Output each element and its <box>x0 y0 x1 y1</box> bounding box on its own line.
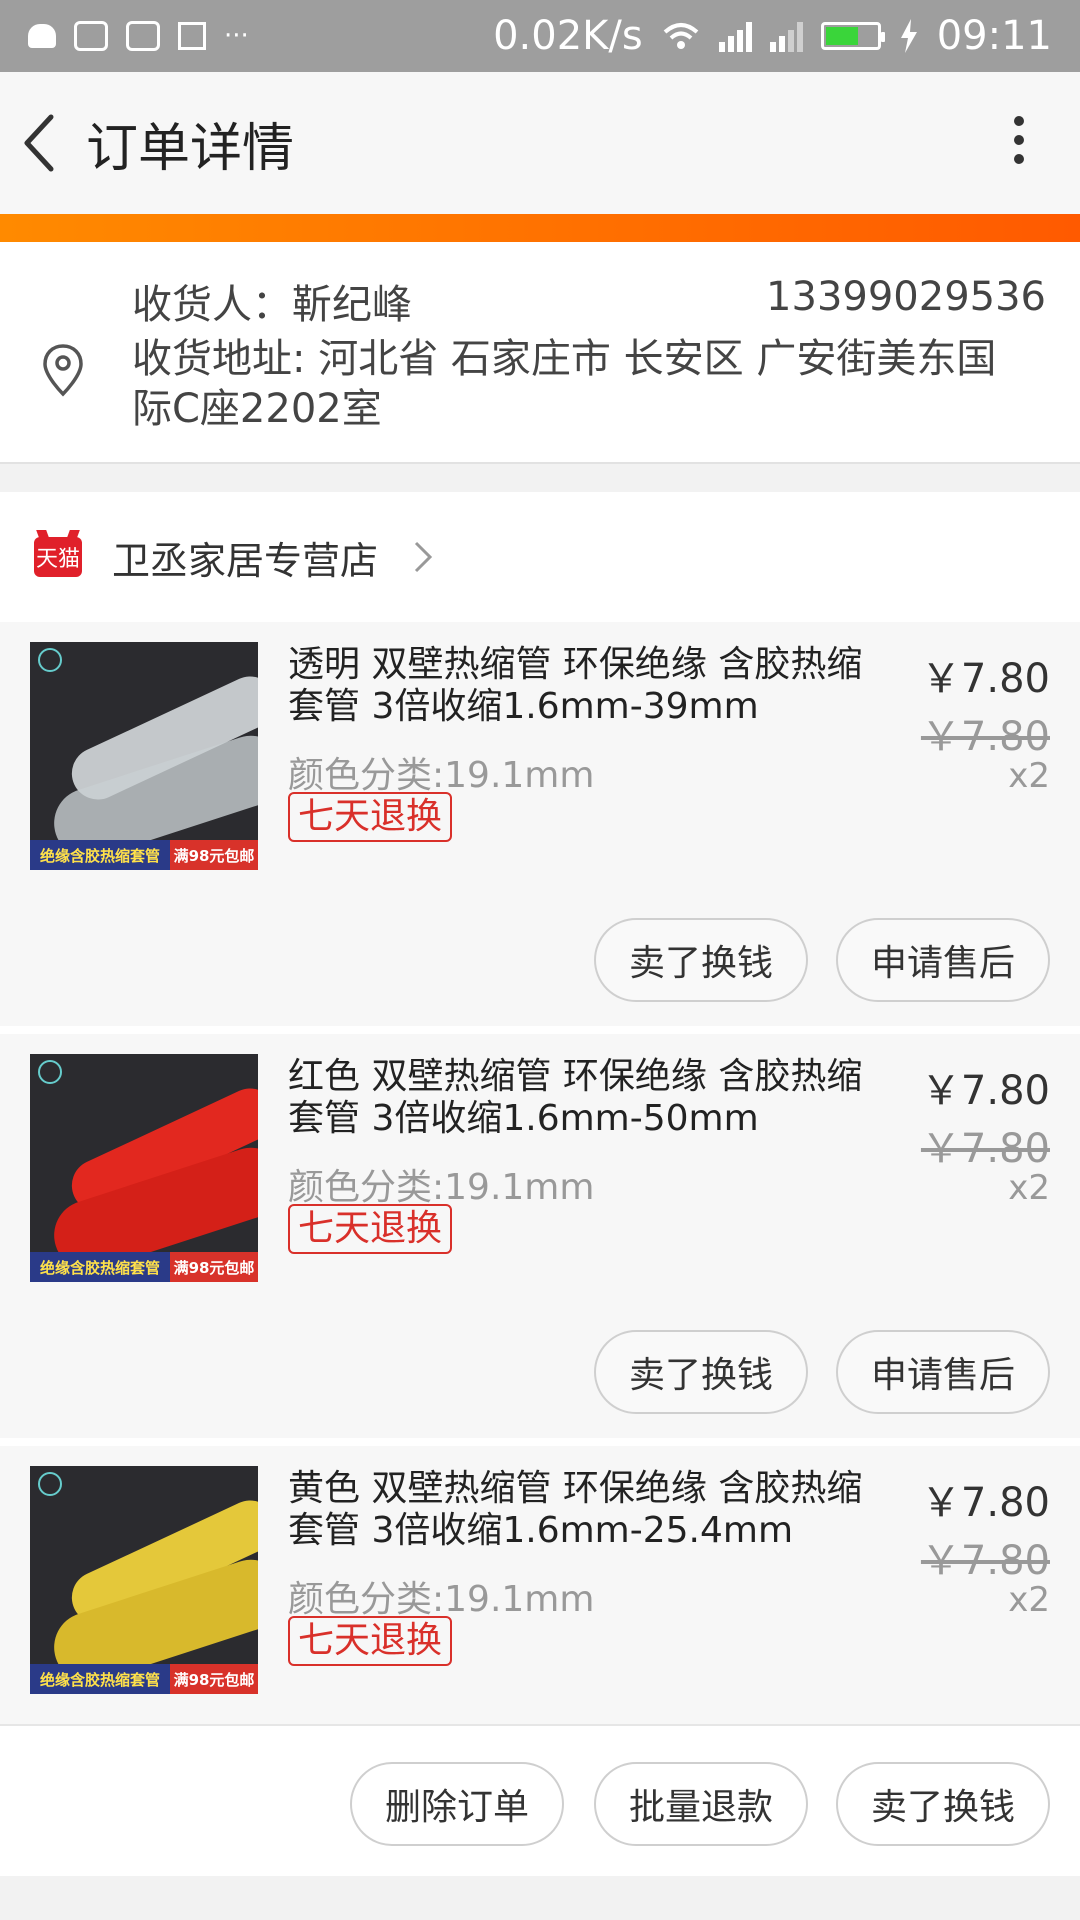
banner-left: 绝缘含胶热缩套管 <box>30 1664 170 1694</box>
brand-logo-icon <box>38 1060 62 1084</box>
product-title[interactable]: 透明 双壁热缩管 环保绝缘 含胶热缩套管 3倍收缩1.6mm-39mm <box>288 644 898 728</box>
receiver-address: 收货地址: 河北省 石家庄市 长安区 广安街美东国际C座2202室 <box>132 336 997 432</box>
return-policy-badge: 七天退换 <box>288 1204 453 1254</box>
more-notifications-icon: ··· <box>224 21 249 51</box>
status-left: ··· <box>28 21 249 51</box>
brand-logo-icon <box>38 1472 62 1496</box>
shipping-address-card[interactable]: 收货人：靳纪峰 13399029536 收货地址: 河北省 石家庄市 长安区 广… <box>0 242 1080 464</box>
original-price: ￥7.80 <box>920 1126 1050 1172</box>
product-price: ￥7.80 <box>920 656 1050 702</box>
sell-item-button[interactable]: 卖了换钱 <box>594 918 808 1002</box>
store-name: 卫丞家居专营店 <box>112 538 379 583</box>
charging-icon <box>900 19 917 53</box>
product-price: ￥7.80 <box>920 1480 1050 1526</box>
product-title[interactable]: 红色 双壁热缩管 环保绝缘 含胶热缩套管 3倍收缩1.6mm-50mm <box>288 1056 898 1140</box>
receiver-name: 收货人：靳纪峰 <box>132 282 412 328</box>
notification-icon <box>126 21 160 51</box>
clock: 09:11 <box>936 13 1052 59</box>
batch-refund-button[interactable]: 批量退款 <box>594 1762 808 1846</box>
banner-right: 满98元包邮 <box>170 1664 258 1694</box>
status-bar: ··· 0.02K/s 09:11 <box>0 0 1080 72</box>
order-item[interactable]: 绝缘含胶热缩套管 满98元包邮 透明 双壁热缩管 环保绝缘 含胶热缩套管 3倍收… <box>0 622 1080 1034</box>
back-arrow-icon <box>24 114 54 172</box>
more-menu-button[interactable] <box>1014 116 1024 164</box>
tmall-logo-icon: 天猫 <box>34 537 82 577</box>
delete-order-button[interactable]: 删除订单 <box>350 1762 564 1846</box>
product-title[interactable]: 黄色 双壁热缩管 环保绝缘 含胶热缩套管 3倍收缩1.6mm-25.4mm <box>288 1468 898 1552</box>
more-dot <box>1014 116 1024 126</box>
original-price: ￥7.80 <box>920 714 1050 760</box>
more-dot <box>1014 154 1024 164</box>
return-policy-badge: 七天退换 <box>288 792 453 842</box>
after-sales-button[interactable]: 申请售后 <box>836 918 1050 1002</box>
return-policy-badge: 七天退换 <box>288 1616 453 1666</box>
product-image[interactable]: 绝缘含胶热缩套管 满98元包邮 <box>30 1054 258 1282</box>
back-button[interactable] <box>12 113 64 173</box>
brand-logo-icon <box>38 648 62 672</box>
title-bar: 订单详情 <box>0 72 1080 214</box>
product-variant: 颜色分类:19.1mm <box>288 1579 595 1620</box>
battery-icon <box>820 22 885 50</box>
product-price: ￥7.80 <box>920 1068 1050 1114</box>
original-price: ￥7.80 <box>920 1538 1050 1584</box>
bottom-action-bar: 删除订单 批量退款 卖了换钱 <box>0 1726 1080 1876</box>
product-quantity: x2 <box>1008 1580 1050 1620</box>
sell-order-button[interactable]: 卖了换钱 <box>836 1762 1050 1846</box>
location-pin-icon <box>43 344 83 397</box>
wifi-icon <box>663 23 699 49</box>
product-image[interactable]: 绝缘含胶热缩套管 满98元包邮 <box>30 642 258 870</box>
banner-left: 绝缘含胶热缩套管 <box>30 1252 170 1282</box>
order-item[interactable]: 绝缘含胶热缩套管 满98元包邮 黄色 双壁热缩管 环保绝缘 含胶热缩套管 3倍收… <box>0 1446 1080 1726</box>
section-gap <box>0 464 1080 492</box>
signal-sim2-icon <box>769 20 803 52</box>
product-variant: 颜色分类:19.1mm <box>288 755 595 796</box>
receiver-phone: 13399029536 <box>766 274 1046 320</box>
product-quantity: x2 <box>1008 756 1050 796</box>
banner-right: 满98元包邮 <box>170 840 258 870</box>
store-header[interactable]: 天猫 卫丞家居专营店 <box>0 492 1080 622</box>
more-dot <box>1014 135 1024 145</box>
order-item[interactable]: 绝缘含胶热缩套管 满98元包邮 红色 双壁热缩管 环保绝缘 含胶热缩套管 3倍收… <box>0 1034 1080 1446</box>
after-sales-button[interactable]: 申请售后 <box>836 1330 1050 1414</box>
page-title: 订单详情 <box>86 118 295 179</box>
sell-item-button[interactable]: 卖了换钱 <box>594 1330 808 1414</box>
apps-icon <box>178 22 206 50</box>
product-banner: 绝缘含胶热缩套管 满98元包邮 <box>30 1252 258 1282</box>
status-right: 0.02K/s 09:11 <box>493 13 1052 59</box>
notification-icon <box>74 21 108 51</box>
android-icon <box>28 24 56 48</box>
product-banner: 绝缘含胶热缩套管 满98元包邮 <box>30 1664 258 1694</box>
banner-left: 绝缘含胶热缩套管 <box>30 840 170 870</box>
product-banner: 绝缘含胶热缩套管 满98元包邮 <box>30 840 258 870</box>
product-quantity: x2 <box>1008 1168 1050 1208</box>
product-image[interactable]: 绝缘含胶热缩套管 满98元包邮 <box>30 1466 258 1694</box>
accent-divider <box>0 214 1080 242</box>
network-speed: 0.02K/s <box>493 13 643 59</box>
banner-right: 满98元包邮 <box>170 1252 258 1282</box>
product-variant: 颜色分类:19.1mm <box>288 1167 595 1208</box>
signal-sim1-icon <box>718 20 752 52</box>
chevron-right-icon <box>414 541 433 573</box>
